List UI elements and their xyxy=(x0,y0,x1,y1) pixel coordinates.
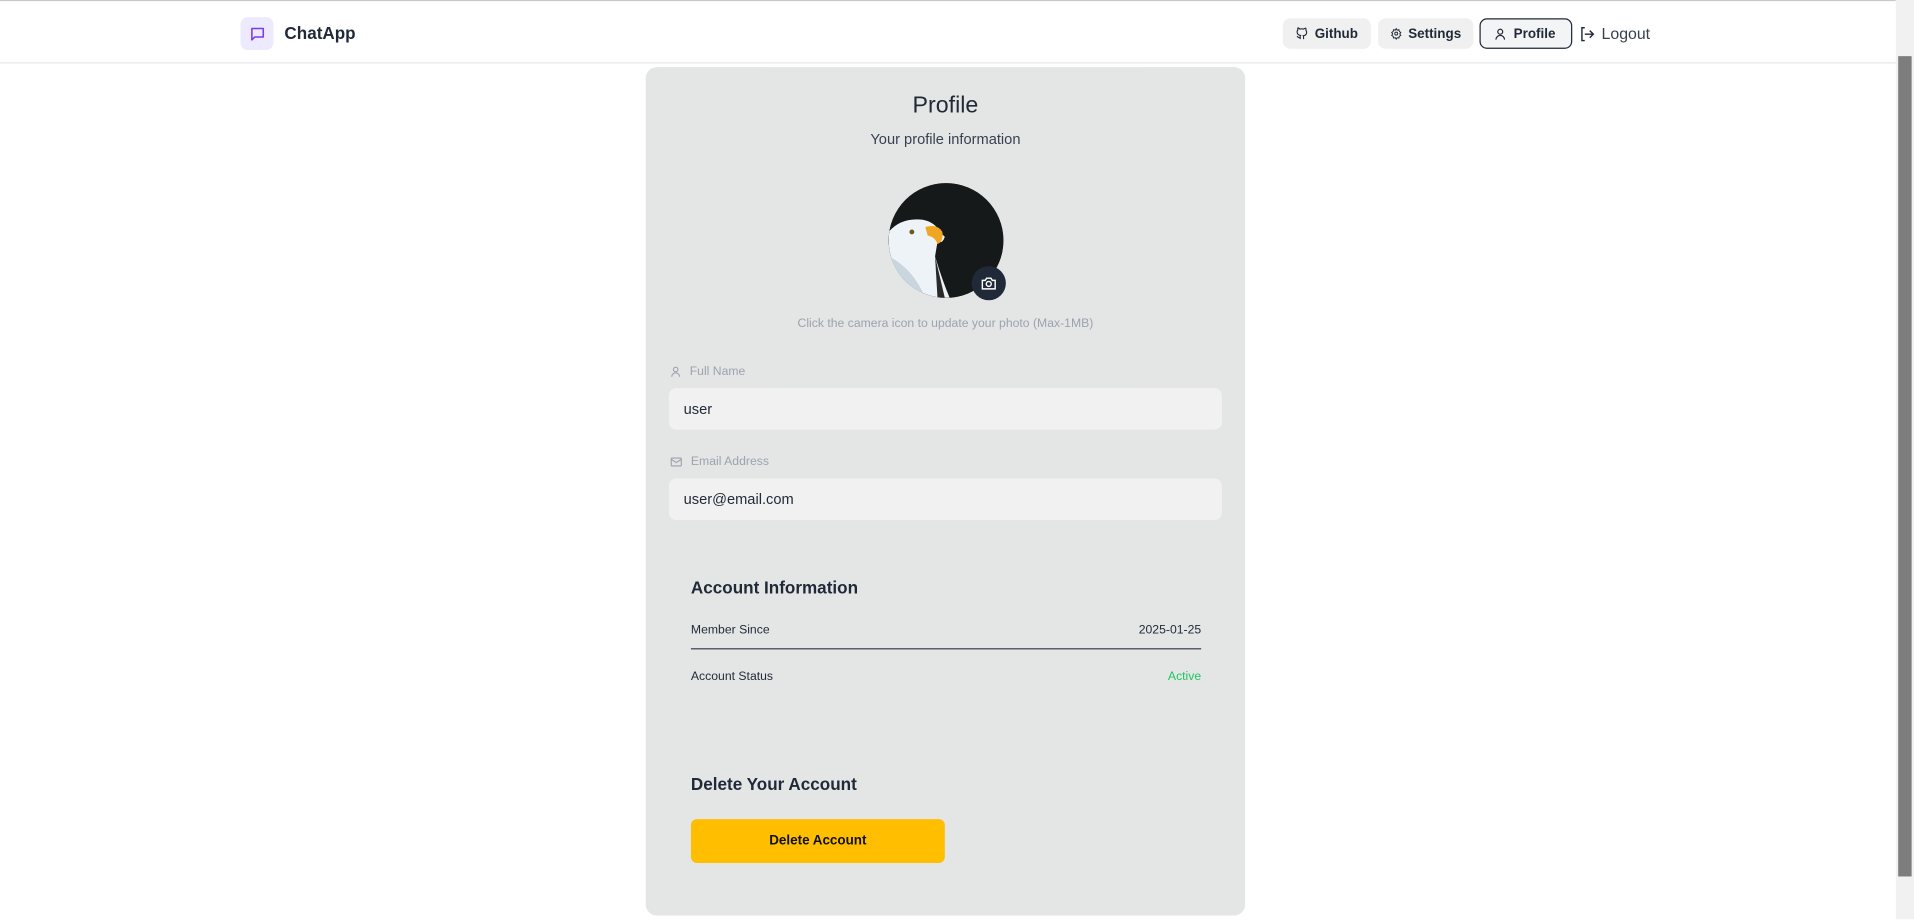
account-status-value: Active xyxy=(1167,670,1202,684)
user-icon xyxy=(1495,28,1506,40)
profile-card: Profile Your profile information Click t… xyxy=(645,67,1246,916)
email-input[interactable] xyxy=(668,478,1222,521)
full-name-label-text: Full Name xyxy=(689,364,746,379)
profile-button[interactable]: Profile xyxy=(1479,18,1573,49)
member-since-value: 2025-01-25 xyxy=(1138,623,1202,638)
logo[interactable] xyxy=(240,17,274,51)
account-status-row: Account Status Active xyxy=(691,670,1201,683)
account-status-label: Account Status xyxy=(690,670,774,684)
camera-icon xyxy=(981,277,996,290)
github-icon xyxy=(1296,27,1308,40)
settings-label: Settings xyxy=(1408,26,1462,41)
logout-icon xyxy=(1581,26,1595,41)
full-name-input[interactable] xyxy=(668,388,1222,430)
navbar: ChatApp Github Settings Profile Logout xyxy=(0,1,1896,64)
divider xyxy=(690,648,1202,650)
email-label: Email Address xyxy=(669,455,769,469)
photo-hint: Click the camera icon to update your pho… xyxy=(797,317,1094,331)
scrollbar-thumb[interactable] xyxy=(1898,56,1912,877)
brand-name[interactable]: ChatApp xyxy=(284,23,355,43)
member-since-row: Member Since 2025-01-25 xyxy=(691,624,1201,637)
page-title: Profile xyxy=(912,92,979,119)
email-label-text: Email Address xyxy=(690,455,769,469)
logout-button[interactable]: Logout xyxy=(1578,18,1654,49)
github-button[interactable]: Github xyxy=(1282,18,1371,49)
settings-button[interactable]: Settings xyxy=(1378,18,1474,49)
message-square-icon xyxy=(250,27,264,41)
mail-icon xyxy=(670,457,682,467)
user-icon xyxy=(671,366,681,377)
profile-label: Profile xyxy=(1513,26,1556,41)
account-info-heading: Account Information xyxy=(690,577,859,597)
full-name-label: Full Name xyxy=(669,365,745,378)
camera-upload-button[interactable] xyxy=(971,266,1006,301)
member-since-label: Member Since xyxy=(690,623,770,638)
delete-account-heading: Delete Your Account xyxy=(690,773,857,794)
delete-account-button[interactable]: Delete Account xyxy=(690,819,945,864)
github-label: Github xyxy=(1314,26,1358,41)
page-subtitle: Your profile information xyxy=(870,130,1021,148)
gear-icon xyxy=(1391,27,1402,41)
logout-label: Logout xyxy=(1601,24,1651,43)
